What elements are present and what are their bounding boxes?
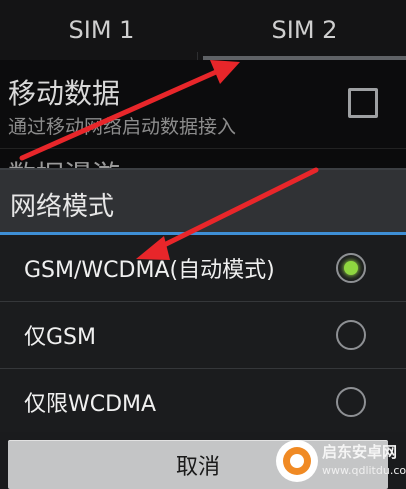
setting-mobile-data-subtitle: 通过移动网络启动数据接入 [8, 116, 237, 138]
tab-divider [197, 52, 198, 60]
mobile-data-checkbox[interactable] [348, 88, 378, 118]
radio-selected-icon[interactable] [336, 253, 366, 283]
option-wcdma-only[interactable]: 仅限WCDMA [0, 369, 406, 435]
option-wcdma-only-label: 仅限WCDMA [24, 392, 157, 417]
setting-mobile-data-title: 移动数据 [8, 77, 121, 110]
tab-sim-2-label: SIM 2 [271, 16, 338, 44]
option-gsm-only[interactable]: 仅GSM [0, 302, 406, 368]
radio-unselected-icon[interactable] [336, 387, 366, 417]
dialog-header: 网络模式 [0, 168, 406, 232]
option-gsm-wcdma-auto[interactable]: GSM/WCDMA(自动模式) [0, 235, 406, 301]
tab-sim-1-label: SIM 1 [68, 16, 135, 44]
setting-mobile-data[interactable]: 移动数据 通过移动网络启动数据接入 [0, 60, 406, 149]
radio-unselected-icon[interactable] [336, 320, 366, 350]
watermark-logo-icon [276, 440, 318, 482]
dialog-title: 网络模式 [10, 192, 115, 222]
watermark-url: www.qdlitdu.com [322, 464, 406, 477]
option-gsm-only-label: 仅GSM [24, 325, 96, 350]
sim-tabs: SIM 1 SIM 2 [0, 0, 406, 60]
tab-sim-1[interactable]: SIM 1 [0, 0, 203, 60]
option-gsm-wcdma-auto-label: GSM/WCDMA(自动模式) [24, 258, 275, 283]
tab-sim-2[interactable]: SIM 2 [203, 0, 406, 60]
watermark: 启东安卓网 www.qdlitdu.com [276, 438, 406, 489]
watermark-title: 启东安卓网 [322, 443, 398, 461]
